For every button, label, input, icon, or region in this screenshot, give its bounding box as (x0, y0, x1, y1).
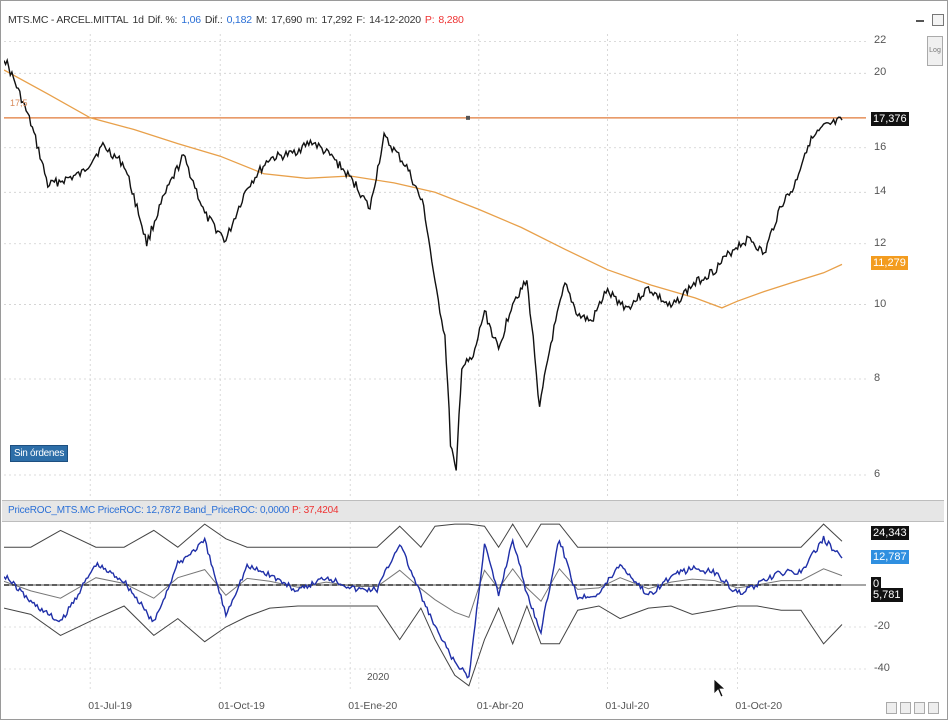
year-label: 2020 (367, 672, 390, 683)
min-value: 17,292 (321, 14, 353, 26)
roc-y-tick: -20 (874, 620, 890, 632)
date-label: F: (356, 14, 366, 26)
minimize-button[interactable] (916, 16, 924, 22)
restore-button[interactable] (932, 14, 944, 26)
x-axis-tick: 01-Jul-19 (88, 700, 132, 712)
roc-line (4, 535, 843, 679)
roc-y-axis: 0-20-40 (866, 522, 926, 690)
dif-pct-value: 1,06 (181, 14, 201, 26)
price-y-tick: 6 (874, 467, 881, 480)
last-price-badge: 17,376 (871, 112, 909, 127)
orders-button[interactable]: Sin órdenes (10, 445, 69, 462)
max-label: M: (255, 14, 268, 26)
roc-value-badge: 12,787 (871, 550, 909, 565)
symbol-label: MTS.MC - ARCEL.MITTAL (8, 14, 129, 26)
scroll-icon[interactable] (900, 702, 911, 714)
roc-lower-badge: 5,781 (871, 587, 903, 602)
roc-panel-header: PriceROC_MTS.MC PriceROC: 12,7872 Band_P… (2, 500, 944, 522)
dif-label: Dif.: (204, 14, 223, 26)
roc-band-lower (4, 604, 843, 687)
bottom-toolbar (884, 700, 944, 714)
x-axis-tick: 01-Oct-20 (735, 700, 783, 712)
dif-pct-label: Dif. %: (147, 14, 178, 26)
date-value: 14-12-2020 (369, 14, 421, 26)
roc-p-value: P: 37,4204 (291, 505, 339, 516)
x-axis-tick: 01-Abr-20 (476, 700, 524, 712)
x-axis-tick: 01-Jul-20 (605, 700, 650, 712)
settings-icon[interactable] (914, 702, 925, 714)
min-label: m: (306, 14, 318, 26)
dif-value: 0,182 (226, 14, 252, 26)
p-value: 8,280 (438, 14, 464, 26)
price-panel (4, 34, 866, 498)
price-y-tick: 16 (874, 140, 887, 153)
price-y-tick: 10 (874, 297, 887, 310)
chart-header: MTS.MC - ARCEL.MITTAL 1d Dif. %: 1,06 Dif.: 0… (2, 2, 944, 32)
log-scale-button[interactable]: Log (927, 36, 943, 66)
roc-panel (4, 522, 866, 690)
close-panel-icon[interactable] (928, 702, 939, 714)
price-y-tick: 14 (874, 185, 887, 198)
zoom-fit-icon[interactable] (886, 702, 897, 714)
p-label: P: (424, 14, 435, 26)
max-value: 17,690 (271, 14, 303, 26)
x-axis-tick: 01-Oct-19 (218, 700, 265, 712)
reference-level-label: 17,5 (10, 98, 28, 108)
price-y-tick: 12 (874, 236, 887, 249)
x-axis-tick: 01-Ene-20 (348, 700, 398, 712)
price-y-tick: 22 (874, 34, 887, 47)
chart-title: MTS.MC - ARCEL.MITTAL 1d Dif. %: 1,06 Dif.: 0… (8, 14, 468, 26)
interval-label: 1d (132, 14, 144, 26)
roc-title: PriceROC_MTS.MC PriceROC: 12,7872 Band_P… (8, 505, 339, 516)
price-grid (4, 34, 866, 498)
roc-band-upper (4, 523, 843, 549)
price-y-tick: 20 (874, 66, 887, 79)
mouse-cursor-icon (713, 678, 727, 698)
roc-upper-badge: 24,343 (871, 525, 909, 540)
roc-y-tick: -40 (874, 662, 890, 674)
price-y-tick: 8 (874, 372, 881, 384)
moving-average-badge: 11,279 (871, 256, 908, 271)
price-line (4, 57, 843, 471)
roc-title-text: PriceROC_MTS.MC PriceROC: 12,7872 Band_P… (8, 505, 290, 516)
reference-line-handle[interactable] (466, 115, 470, 120)
